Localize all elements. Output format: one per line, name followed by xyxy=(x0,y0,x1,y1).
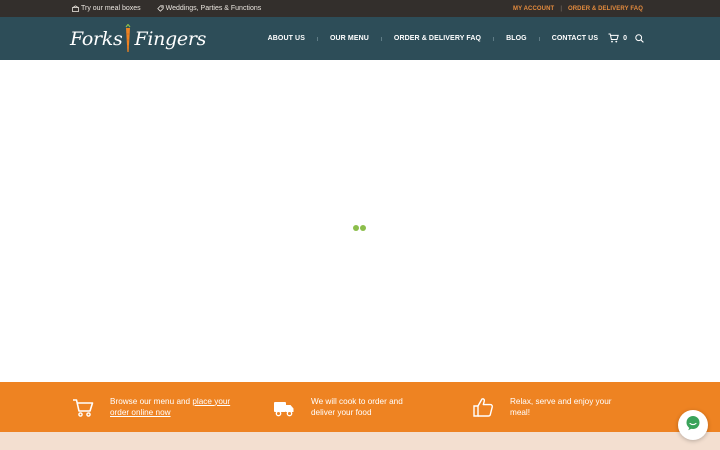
logo-word-forks: Forks xyxy=(70,28,123,50)
cart-count: 0 xyxy=(623,35,627,42)
promo-weddings-label: Weddings, Parties & Functions xyxy=(165,5,262,12)
nav-our-menu[interactable]: OUR MENU xyxy=(330,35,369,42)
loading-indicator xyxy=(353,225,366,231)
site-logo[interactable]: Forks Fingers xyxy=(70,21,206,57)
footer-strip xyxy=(0,432,720,450)
topbar-separator: | xyxy=(560,5,562,12)
promo-meal-boxes[interactable]: Try our meal boxes xyxy=(72,5,141,12)
cart-icon xyxy=(608,33,619,45)
feature-browse-menu: Browse our menu and place your order onl… xyxy=(72,382,234,432)
nav-about-us[interactable]: ABOUT US xyxy=(268,35,305,42)
feature-browse-menu-copy: Browse our menu and xyxy=(110,396,193,406)
nav-contact-us[interactable]: CONTACT US xyxy=(552,35,598,42)
loader-dot xyxy=(360,225,366,231)
features-band: Browse our menu and place your order onl… xyxy=(0,382,720,432)
feature-cook-deliver-text: We will cook to order and deliver your f… xyxy=(311,396,403,418)
top-utility-bar: Try our meal boxes Weddings, Parties & F… xyxy=(0,0,720,17)
promo-weddings[interactable]: Weddings, Parties & Functions xyxy=(156,5,262,12)
nav-order-delivery-faq[interactable]: ORDER & DELIVERY FAQ xyxy=(394,35,481,42)
meal-box-icon xyxy=(72,5,79,12)
truck-icon xyxy=(273,396,295,418)
carrot-icon xyxy=(124,23,132,54)
topbar-promos: Try our meal boxes Weddings, Parties & F… xyxy=(72,0,261,17)
promo-meal-boxes-label: Try our meal boxes xyxy=(81,5,141,12)
main-nav: ABOUT US OUR MENU ORDER & DELIVERY FAQ B… xyxy=(268,17,644,60)
chat-widget-button[interactable] xyxy=(678,410,708,440)
logo-word-fingers: Fingers xyxy=(134,28,207,50)
nav-blog[interactable]: BLOG xyxy=(506,35,527,42)
feature-relax-enjoy: Relax, serve and enjoy your meal! xyxy=(472,382,628,432)
thumbs-up-icon xyxy=(472,396,494,418)
search-icon xyxy=(635,30,644,48)
nav-divider xyxy=(538,36,540,41)
feature-relax-enjoy-text: Relax, serve and enjoy your meal! xyxy=(510,396,612,418)
main-content xyxy=(0,60,720,382)
nav-divider xyxy=(316,36,318,41)
my-account-link[interactable]: MY ACCOUNT xyxy=(513,6,554,12)
feature-browse-menu-text: Browse our menu and place your order onl… xyxy=(110,396,234,419)
feature-cook-deliver: We will cook to order and deliver your f… xyxy=(273,382,421,432)
chat-bubble-icon xyxy=(685,415,701,436)
tag-icon xyxy=(156,5,164,12)
cart-icon xyxy=(72,396,94,418)
search-button[interactable] xyxy=(635,30,644,48)
topbar-links: MY ACCOUNT | ORDER & DELIVERY FAQ xyxy=(513,0,643,17)
cart-button[interactable]: 0 xyxy=(608,33,627,45)
nav-divider xyxy=(380,36,382,41)
loader-dot xyxy=(353,225,359,231)
nav-divider xyxy=(493,36,495,41)
order-delivery-faq-top-link[interactable]: ORDER & DELIVERY FAQ xyxy=(568,6,643,12)
